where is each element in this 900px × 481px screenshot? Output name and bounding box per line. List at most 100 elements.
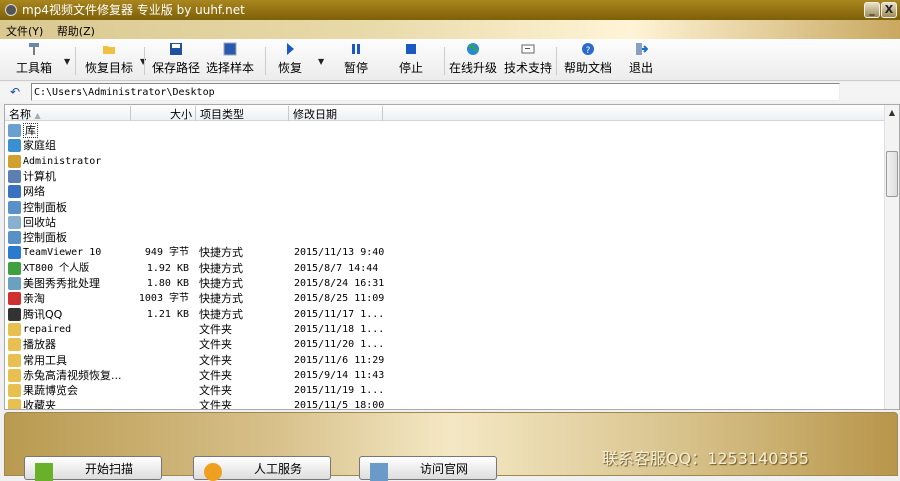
file-size: 1003 字节 [138,293,189,305]
file-type: 文件夹 [199,338,232,352]
help-icon: ? [581,42,595,56]
file-row[interactable]: 常用工具 文件夹 2015/11/6 11:29 [5,353,885,368]
column-size[interactable]: 大小 [131,106,196,121]
file-name: TeamViewer 10 [23,247,102,259]
close-button[interactable]: X [881,2,897,18]
file-icon [8,368,21,382]
file-icon [8,261,21,275]
scroll-up-arrow[interactable]: ▲ [885,105,899,120]
file-icon [8,231,21,245]
stop-icon [404,42,418,56]
file-name: repaired [23,323,72,335]
toolbar-button-exit[interactable]: 退出 [629,42,653,76]
file-name: 腾讯QQ [23,307,63,321]
toolbar-button-save[interactable]: 保存路径 [152,42,200,76]
file-row[interactable]: repaired 文件夹 2015/11/18 1... [5,322,885,337]
app-icon [5,4,17,16]
back-icon[interactable]: ↶ [10,85,20,99]
toolbar-label: 退出 [629,61,654,75]
file-row[interactable]: XT800 个人版 1.92 KB 快捷方式 2015/8/7 14:44 [5,261,885,276]
file-size: 1.92 KB [146,262,189,274]
scroll-thumb[interactable] [886,151,898,197]
toolbar-button-play[interactable]: 恢复 [278,42,302,76]
file-row[interactable]: 赤兔高清视频恢复... 文件夹 2015/9/14 11:43 [5,368,885,383]
file-type: 文件夹 [199,368,232,382]
file-row[interactable]: 美图秀秀批处理 1.80 KB 快捷方式 2015/8/24 16:31 [5,276,885,291]
file-row[interactable]: 控制面板 [5,200,885,215]
toolbar-button-stop[interactable]: 停止 [399,42,423,76]
dropdown-arrow-icon[interactable]: ▼ [318,57,324,66]
toolbar-label: 选择样本 [206,61,255,75]
toolbar-separator [265,47,266,75]
list-header: 名称 ▲ 大小 项目类型 修改日期 [5,105,885,121]
dropdown-arrow-icon[interactable]: ▼ [64,57,70,66]
minimize-button[interactable]: _ [864,2,880,18]
toolbar-label: 在线升级 [449,61,498,75]
toolbar-button-help[interactable]: ? 帮助文档 [564,42,612,76]
toolbar-button-globe[interactable]: 在线升级 [449,42,497,76]
file-date: 2015/11/6 11:29 [294,354,385,366]
file-row[interactable]: 库 [5,123,885,138]
toolbar-button-pause[interactable]: 暂停 [344,42,368,76]
visit-website-button[interactable]: 访问官网 [359,456,497,481]
vertical-scrollbar[interactable]: ▲ [884,105,899,409]
file-list: 名称 ▲ 大小 项目类型 修改日期 库 家庭组 Administrator 计算… [4,104,900,410]
title-bar: mp4视频文件修复器 专业版 by uuhf.net _ X [0,0,900,20]
file-type: 文件夹 [199,384,232,398]
file-row[interactable]: 果蔬博览会 文件夹 2015/11/19 1... [5,383,885,398]
support-icon [521,42,535,56]
column-date[interactable]: 修改日期 [289,106,383,121]
toolbar-separator [556,47,557,75]
file-size: 1.21 KB [146,308,189,320]
file-name: 果蔬博览会 [23,384,78,398]
file-row[interactable]: Administrator [5,154,885,169]
file-type: 文件夹 [199,399,232,410]
file-row[interactable]: 回收站 [5,215,885,230]
manual-service-button[interactable]: 人工服务 [193,456,331,481]
toolbar-button-folder-open[interactable]: 恢复目标 [85,42,133,76]
toolbar-button-toolbox[interactable]: 工具箱 [16,42,52,76]
file-date: 2015/11/20 1... [294,339,385,351]
file-row[interactable]: 控制面板 [5,230,885,245]
path-input[interactable] [31,83,840,101]
file-row[interactable]: 亲淘 1003 字节 快捷方式 2015/8/25 11:09 [5,291,885,306]
toolbar-label: 保存路径 [152,61,201,75]
file-row[interactable]: 收藏夹 文件夹 2015/11/5 18:00 [5,398,885,410]
toolbar-label: 恢复目标 [85,61,134,75]
bottom-panel: 开始扫描 人工服务 访问官网 联系客服QQ：1253140355 [4,412,898,481]
file-date: 2015/11/5 18:00 [294,400,385,410]
file-icon [8,169,21,183]
file-icon [8,322,21,336]
pause-icon [349,42,363,56]
file-name: 网络 [23,185,45,199]
toolbar-separator [144,47,145,75]
column-name[interactable]: 名称 ▲ [5,106,131,121]
column-type[interactable]: 项目类型 [196,106,289,121]
file-icon [8,154,21,168]
toolbar-button-select-sample[interactable]: 选择样本 [206,42,254,76]
window-title: mp4视频文件修复器 专业版 by uuhf.net [22,3,245,17]
menu-file[interactable]: 文件(Y) [0,20,47,39]
file-icon [8,384,21,398]
file-row[interactable]: TeamViewer 10 949 字节 快捷方式 2015/11/13 9:4… [5,245,885,260]
file-size: 949 字节 [144,247,189,259]
manual-service-label: 人工服务 [254,462,303,476]
file-type: 快捷方式 [199,246,243,260]
file-row[interactable]: 播放器 文件夹 2015/11/20 1... [5,337,885,352]
file-icon [8,200,21,214]
file-row[interactable]: 家庭组 [5,138,885,153]
toolbar-label: 暂停 [344,61,369,75]
file-icon [8,399,21,409]
file-type: 快捷方式 [199,307,243,321]
file-date: 2015/9/14 11:43 [294,369,385,381]
toolbox-icon [27,42,41,56]
file-name: 收藏夹 [23,399,56,410]
toolbar-button-support[interactable]: 技术支持 [504,42,552,76]
globe-icon [466,42,480,56]
file-row[interactable]: 网络 [5,184,885,199]
start-scan-button[interactable]: 开始扫描 [24,456,162,481]
file-name: 美图秀秀批处理 [23,277,100,290]
file-row[interactable]: 腾讯QQ 1.21 KB 快捷方式 2015/11/17 1... [5,307,885,322]
menu-help[interactable]: 帮助(Z) [51,20,99,39]
file-row[interactable]: 计算机 [5,169,885,184]
